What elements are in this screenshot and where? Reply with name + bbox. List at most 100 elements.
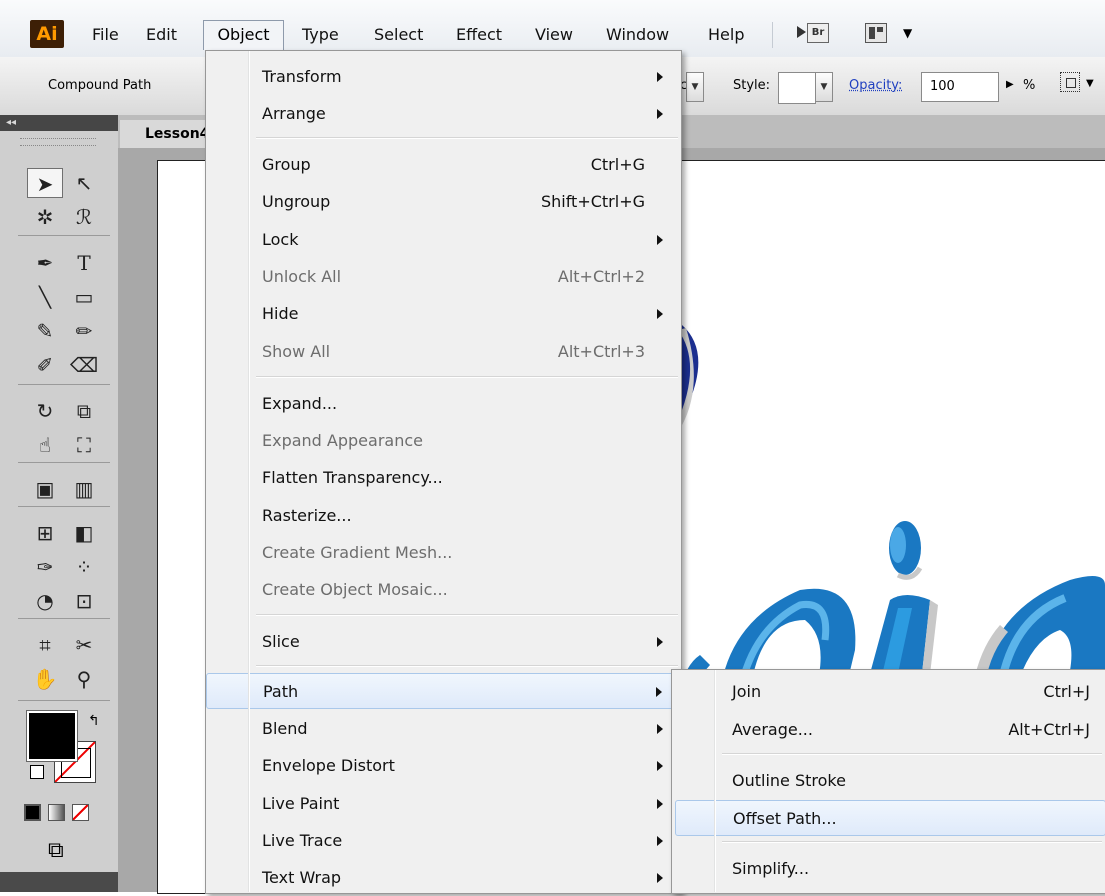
menu-item-text-wrap[interactable]: Text Wrap xyxy=(206,860,681,896)
swap-fill-stroke-icon[interactable]: ↰ xyxy=(88,713,100,729)
dropdown-arrow-button[interactable]: ▼ xyxy=(686,72,704,102)
menu-item-label: Arrange xyxy=(262,104,326,123)
eyedropper-tool-icon[interactable]: ✑ xyxy=(27,552,63,582)
submenu-item-offset-path[interactable]: Offset Path... xyxy=(675,800,1105,836)
live-paint-selection-tool-icon[interactable]: ⊡ xyxy=(66,586,102,616)
document-tab[interactable]: Lesson4 xyxy=(120,120,210,148)
live-paint-bucket-tool-icon[interactable]: ◔ xyxy=(27,586,63,616)
menu-object[interactable]: Object xyxy=(203,20,284,50)
magic-wand-tool-icon[interactable]: ✲ xyxy=(27,202,63,232)
scale-tool-icon[interactable]: ⧉ xyxy=(66,396,102,426)
default-fill-stroke-icon[interactable] xyxy=(30,765,44,779)
submenu-arrow-icon xyxy=(657,637,663,647)
blob-brush-tool-icon[interactable]: ✐ xyxy=(27,350,63,380)
menu-item-ungroup[interactable]: Ungroup Shift+Ctrl+G xyxy=(206,184,681,220)
free-transform-tool-icon[interactable]: ⛶ xyxy=(66,430,102,460)
opacity-slider-arrow-icon[interactable]: ▶ xyxy=(1006,79,1014,90)
eraser-tool-icon[interactable]: ⌫ xyxy=(66,350,102,380)
menu-item-label: Hide xyxy=(262,304,299,323)
tools-panel-header[interactable]: ◂◂ xyxy=(0,115,118,131)
menu-item-envelope-distort[interactable]: Envelope Distort xyxy=(206,748,681,784)
gradient-mode-icon[interactable] xyxy=(48,804,65,821)
menu-item-label: Offset Path... xyxy=(733,809,837,828)
menu-separator xyxy=(722,753,1102,755)
selection-tool-icon[interactable]: ➤ xyxy=(27,168,63,198)
menu-item-lock[interactable]: Lock xyxy=(206,222,681,258)
menu-type[interactable]: Type xyxy=(302,22,339,48)
pen-tool-icon[interactable]: ✒ xyxy=(27,248,63,278)
menu-item-slice[interactable]: Slice xyxy=(206,624,681,660)
pencil-tool-icon[interactable]: ✏ xyxy=(66,316,102,346)
gradient-tool-icon[interactable]: ◧ xyxy=(66,518,102,548)
style-swatch[interactable] xyxy=(778,72,816,104)
menu-item-label: Group xyxy=(262,155,311,174)
submenu-item-average[interactable]: Average... Alt+Ctrl+J xyxy=(672,712,1105,748)
warp-tool-icon[interactable]: ☝ xyxy=(27,430,63,460)
arrange-documents-button[interactable]: ▼ xyxy=(865,20,925,48)
fill-swatch[interactable] xyxy=(26,710,78,762)
chevron-down-icon[interactable]: ▼ xyxy=(1086,78,1094,89)
blend-tool-icon[interactable]: ⁘ xyxy=(66,552,102,582)
menu-item-label: Live Trace xyxy=(262,831,343,850)
lasso-tool-icon[interactable]: ℛ xyxy=(66,202,102,232)
menu-item-group[interactable]: Group Ctrl+G xyxy=(206,147,681,183)
submenu-arrow-icon xyxy=(657,799,663,809)
rectangle-tool-icon[interactable]: ▭ xyxy=(66,282,102,312)
menu-item-label: Ungroup xyxy=(262,192,331,211)
submenu-item-join[interactable]: Join Ctrl+J xyxy=(672,674,1105,710)
paintbrush-tool-icon[interactable]: ✎ xyxy=(27,316,63,346)
transform-reference-icon[interactable] xyxy=(1060,72,1080,92)
menu-item-rasterize[interactable]: Rasterize... xyxy=(206,498,681,534)
menu-item-blend[interactable]: Blend xyxy=(206,711,681,747)
panel-grip[interactable] xyxy=(20,138,96,146)
zoom-tool-icon[interactable]: ⚲ xyxy=(66,664,102,694)
menu-item-hide[interactable]: Hide xyxy=(206,296,681,332)
type-tool-icon[interactable]: T xyxy=(66,248,102,278)
menu-item-flatten-transparency[interactable]: Flatten Transparency... xyxy=(206,460,681,496)
tools-panel-footer xyxy=(0,872,118,892)
style-dropdown-button[interactable]: ▼ xyxy=(815,72,833,102)
menu-item-expand[interactable]: Expand... xyxy=(206,386,681,422)
submenu-item-simplify[interactable]: Simplify... xyxy=(672,851,1105,887)
menu-item-transform[interactable]: Transform xyxy=(206,59,681,95)
direct-selection-tool-icon[interactable]: ↖ xyxy=(66,168,102,198)
line-tool-icon[interactable]: ╲ xyxy=(27,282,63,312)
rotate-tool-icon[interactable]: ↻ xyxy=(27,396,63,426)
menu-view[interactable]: View xyxy=(535,22,573,48)
submenu-item-outline-stroke[interactable]: Outline Stroke xyxy=(672,763,1105,799)
menu-item-arrange[interactable]: Arrange xyxy=(206,96,681,132)
color-mode-icon[interactable] xyxy=(24,804,41,821)
column-graph-tool-icon[interactable]: ▥ xyxy=(66,474,102,504)
chevron-down-icon: ▼ xyxy=(903,26,913,40)
none-mode-icon[interactable] xyxy=(72,804,89,821)
bridge-button[interactable]: Br xyxy=(797,19,829,47)
illustrator-logo: Ai xyxy=(30,20,64,48)
bridge-arrow-icon xyxy=(797,26,806,38)
path-submenu: Join Ctrl+J Average... Alt+Ctrl+J Outline … xyxy=(671,669,1105,894)
slice-tool-icon[interactable]: ✂ xyxy=(66,630,102,660)
menu-item-path[interactable]: Path xyxy=(206,673,681,709)
selection-type-label: Compound Path xyxy=(48,78,152,93)
screen-mode-icon[interactable]: ⧉ xyxy=(48,838,64,863)
menu-item-label: Show All xyxy=(262,342,331,361)
menu-file[interactable]: File xyxy=(92,22,119,48)
menu-item-label: Create Object Mosaic... xyxy=(262,580,448,599)
menu-edit[interactable]: Edit xyxy=(146,22,177,48)
hand-tool-icon[interactable]: ✋ xyxy=(27,664,63,694)
menu-help[interactable]: Help xyxy=(708,22,744,48)
opacity-link[interactable]: Opacity: xyxy=(849,78,902,93)
opacity-input[interactable]: 100 xyxy=(921,72,999,102)
tool-divider xyxy=(18,700,110,701)
artboard-tool-icon[interactable]: ⌗ xyxy=(27,630,63,660)
menu-item-live-paint[interactable]: Live Paint xyxy=(206,786,681,822)
menu-window[interactable]: Window xyxy=(606,22,669,48)
tool-divider xyxy=(18,506,110,507)
menu-item-live-trace[interactable]: Live Trace xyxy=(206,823,681,859)
menu-effect[interactable]: Effect xyxy=(456,22,502,48)
mesh-tool-icon[interactable]: ⊞ xyxy=(27,518,63,548)
menu-item-label: Envelope Distort xyxy=(262,756,395,775)
menu-item-label: Expand... xyxy=(262,394,338,413)
menu-select[interactable]: Select xyxy=(374,22,423,48)
menu-separator xyxy=(722,841,1102,843)
symbol-sprayer-tool-icon[interactable]: ▣ xyxy=(27,474,63,504)
